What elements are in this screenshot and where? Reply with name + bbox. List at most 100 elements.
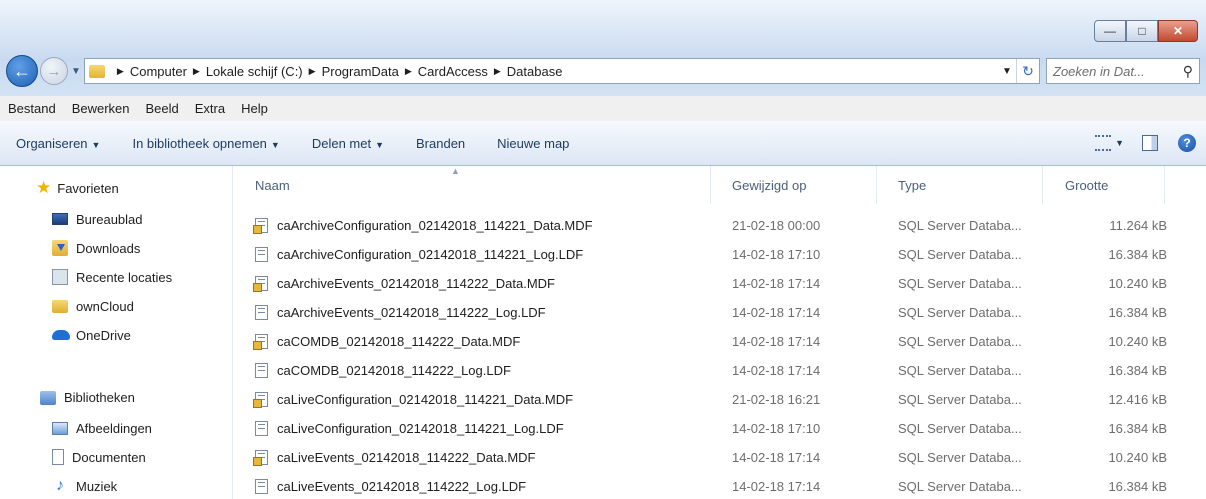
- table-row[interactable]: caLiveEvents_02142018_114222_Log.LDF 14-0…: [255, 473, 1205, 499]
- file-list: Naam ▲ Gewijzigd op Type Grootte caArchi…: [233, 166, 1206, 499]
- table-row[interactable]: caLiveConfiguration_02142018_114221_Data…: [253, 386, 1205, 412]
- explorer-window: — □ ✕ ← → ▼ ▶ Computer ▶ Lokale schijf (C:)…: [0, 0, 1206, 499]
- file-name-cell: caLiveEvents_02142018_114222_Data.MDF: [253, 449, 536, 466]
- sidebar-group-favorites[interactable]: ★ Favorieten: [36, 179, 119, 196]
- column-header-name[interactable]: Naam: [233, 166, 711, 204]
- database-file-icon: [253, 449, 268, 466]
- close-button[interactable]: ✕: [1158, 20, 1198, 42]
- file-name-cell: caArchiveEvents_02142018_114222_Data.MDF: [253, 275, 555, 292]
- file-type: SQL Server Databa...: [898, 333, 1022, 349]
- address-dropdown[interactable]: ▼: [998, 66, 1016, 77]
- sidebar-item-muziek[interactable]: ♪ Muziek: [52, 475, 117, 497]
- file-name: caLiveEvents_02142018_114222_Log.LDF: [277, 478, 527, 494]
- file-size: 16.384 kB: [1108, 478, 1167, 494]
- table-row[interactable]: caCOMDB_02142018_114222_Data.MDF 14-02-18…: [253, 328, 1205, 354]
- command-delen-met[interactable]: Delen met ▼: [296, 136, 400, 151]
- file-name: caArchiveEvents_02142018_114222_Log.LDF: [277, 304, 546, 320]
- sidebar-item-label: Muziek: [76, 478, 118, 494]
- command-branden[interactable]: Branden: [400, 136, 481, 151]
- menu-item-extra[interactable]: Extra: [187, 101, 233, 116]
- menu-item-beeld[interactable]: Beeld: [138, 101, 187, 116]
- navigation-pane: ★ Favorieten Bureaublad Downloads Recente lo…: [0, 166, 233, 499]
- sort-up-icon: ▲: [451, 166, 460, 176]
- column-label: Naam: [255, 177, 290, 193]
- table-row[interactable]: caArchiveConfiguration_02142018_114221_L…: [255, 241, 1205, 267]
- column-header-modified[interactable]: Gewijzigd op: [711, 166, 877, 204]
- file-size: 12.416 kB: [1108, 391, 1167, 407]
- table-row[interactable]: caArchiveEvents_02142018_114222_Log.LDF 1…: [255, 299, 1205, 325]
- help-icon[interactable]: ?: [1178, 134, 1196, 152]
- chevron-right-icon[interactable]: ▶: [117, 66, 124, 77]
- minimize-button[interactable]: —: [1094, 20, 1126, 42]
- sidebar-item-recente-locaties[interactable]: Recente locaties: [52, 266, 172, 288]
- chevron-right-icon[interactable]: ▶: [405, 66, 412, 77]
- breadcrumb-item[interactable]: CardAccess: [418, 64, 488, 79]
- file-name-cell: caLiveConfiguration_02142018_114221_Log.…: [255, 420, 564, 436]
- command-organiseren[interactable]: Organiseren ▼: [0, 136, 116, 151]
- table-row[interactable]: caLiveEvents_02142018_114222_Data.MDF 14-…: [253, 444, 1205, 470]
- address-bar[interactable]: ▶ Computer ▶ Lokale schijf (C:) ▶ ProgramData…: [83, 58, 1040, 84]
- column-header-type[interactable]: Type: [877, 166, 1043, 204]
- log-file-icon: [255, 304, 268, 320]
- libraries-icon: [40, 390, 56, 405]
- file-name: caLiveConfiguration_02142018_114221_Data…: [277, 391, 574, 407]
- file-name: caArchiveConfiguration_02142018_114221_D…: [277, 217, 593, 233]
- forward-button[interactable]: →: [40, 57, 68, 85]
- preview-pane-icon[interactable]: [1142, 135, 1158, 151]
- sidebar-item-bureaublad[interactable]: Bureaublad: [52, 208, 143, 230]
- breadcrumb: ▶ Computer ▶ Lokale schijf (C:) ▶ ProgramData…: [111, 64, 563, 79]
- navigation-bar: ← → ▼ ▶ Computer ▶ Lokale schijf (C:) ▶ Progr…: [6, 54, 1200, 88]
- menu-item-bewerken[interactable]: Bewerken: [64, 101, 138, 116]
- command-in-bibliotheek-opnemen[interactable]: In bibliotheek opnemen ▼: [116, 136, 295, 151]
- breadcrumb-item[interactable]: Computer: [130, 64, 187, 79]
- sidebar-item-onedrive[interactable]: OneDrive: [52, 324, 131, 346]
- arrow-left-icon: ←: [13, 60, 31, 81]
- file-modified: 14-02-18 17:14: [732, 478, 821, 494]
- breadcrumb-item[interactable]: Database: [507, 64, 563, 79]
- command-label: Branden: [416, 135, 466, 151]
- breadcrumb-item[interactable]: ProgramData: [322, 64, 399, 79]
- chevron-right-icon[interactable]: ▶: [494, 66, 501, 77]
- table-row[interactable]: caLiveConfiguration_02142018_114221_Log.…: [255, 415, 1205, 441]
- back-button[interactable]: ←: [6, 55, 38, 87]
- sidebar-item-owncloud[interactable]: ownCloud: [52, 295, 134, 317]
- chevron-down-icon[interactable]: ▼: [1115, 138, 1124, 148]
- sidebar-item-documenten[interactable]: Documenten: [52, 446, 146, 468]
- sidebar-item-label: Downloads: [76, 240, 141, 256]
- table-row[interactable]: caCOMDB_02142018_114222_Log.LDF 14-02-18 …: [255, 357, 1205, 383]
- chevron-right-icon[interactable]: ▶: [193, 66, 200, 77]
- menu-item-help[interactable]: Help: [233, 101, 276, 116]
- command-label: Organiseren: [16, 135, 88, 151]
- sidebar-item-downloads[interactable]: Downloads: [52, 237, 140, 259]
- file-type: SQL Server Databa...: [898, 362, 1022, 378]
- breadcrumb-item[interactable]: Lokale schijf (C:): [206, 64, 303, 79]
- maximize-button[interactable]: □: [1126, 20, 1158, 42]
- file-modified: 14-02-18 17:14: [732, 362, 821, 378]
- chevron-right-icon[interactable]: ▶: [309, 66, 316, 77]
- sidebar-group-label: Bibliotheken: [64, 390, 135, 405]
- history-dropdown[interactable]: ▼: [71, 66, 81, 77]
- sidebar-group-libraries[interactable]: Bibliotheken: [40, 390, 135, 405]
- menu-item-bestand[interactable]: Bestand: [0, 101, 64, 116]
- sidebar-item-label: Afbeeldingen: [76, 420, 152, 436]
- file-modified: 21-02-18 00:00: [732, 217, 821, 233]
- file-name: caArchiveEvents_02142018_114222_Data.MDF: [277, 275, 555, 291]
- file-type: SQL Server Databa...: [898, 275, 1022, 291]
- refresh-icon[interactable]: ↻: [1016, 59, 1039, 83]
- documents-icon: [52, 449, 64, 465]
- search-input[interactable]: Zoeken in Dat... ⚲: [1046, 58, 1200, 84]
- search-placeholder: Zoeken in Dat...: [1053, 63, 1145, 79]
- table-row[interactable]: caArchiveConfiguration_02142018_114221_D…: [253, 212, 1205, 238]
- sidebar-item-label: OneDrive: [76, 327, 131, 343]
- column-header-size[interactable]: Grootte: [1043, 166, 1165, 204]
- view-options-icon[interactable]: [1095, 135, 1112, 151]
- command-nieuwe-map[interactable]: Nieuwe map: [481, 136, 585, 151]
- search-icon[interactable]: ⚲: [1183, 63, 1193, 80]
- table-row[interactable]: caArchiveEvents_02142018_114222_Data.MDF…: [253, 270, 1205, 296]
- file-name-cell: caCOMDB_02142018_114222_Log.LDF: [255, 362, 511, 378]
- sidebar-item-afbeeldingen[interactable]: Afbeeldingen: [52, 417, 152, 439]
- sidebar-item-label: Documenten: [72, 449, 146, 465]
- file-modified: 14-02-18 17:14: [732, 333, 821, 349]
- content-area: ★ Favorieten Bureaublad Downloads Recente lo…: [0, 166, 1206, 499]
- database-file-icon: [253, 391, 268, 408]
